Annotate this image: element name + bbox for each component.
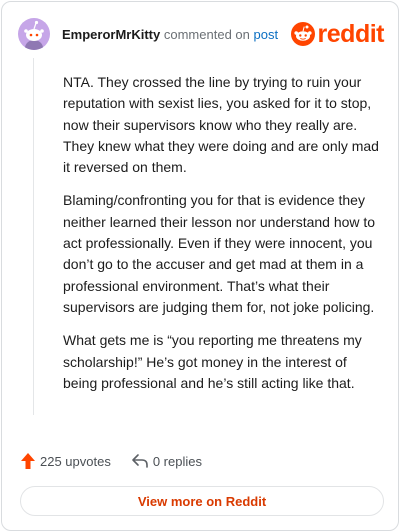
thread-line xyxy=(33,58,34,415)
action-text: commented on xyxy=(163,27,250,42)
comment-byline: EmperorMrKitty commented on post xyxy=(62,27,278,43)
comment-embed-card: EmperorMrKitty commented on post reddit … xyxy=(1,1,399,531)
reply-stat[interactable]: 0 replies xyxy=(131,453,202,469)
reply-arrow-icon xyxy=(132,454,148,468)
upvote-arrow-icon xyxy=(21,453,35,469)
comment-paragraph: Blaming/confronting you for that is evid… xyxy=(63,192,376,315)
view-more-button[interactable]: View more on Reddit xyxy=(20,486,384,516)
comment-paragraph: NTA. They crossed the line by trying to … xyxy=(63,74,379,176)
upvote-count: 225 upvotes xyxy=(40,453,111,469)
comment-paragraph: What gets me is “you reporting me threat… xyxy=(63,332,362,391)
reddit-logo[interactable]: reddit xyxy=(290,20,385,48)
reddit-snoo-icon xyxy=(290,22,315,46)
upvote-stat[interactable]: 225 upvotes xyxy=(20,452,111,470)
username-link[interactable]: EmperorMrKitty xyxy=(62,27,160,42)
reply-count: 0 replies xyxy=(152,453,202,469)
comment-footer: 225 upvotes 0 replies xyxy=(20,451,202,471)
comment-body: NTA. They crossed the line by trying to … xyxy=(63,72,381,406)
user-avatar[interactable] xyxy=(18,18,50,50)
comment-header: EmperorMrKitty commented on post reddit xyxy=(18,18,385,50)
post-link[interactable]: post xyxy=(254,27,279,42)
snoo-avatar-icon xyxy=(24,20,44,50)
reddit-wordmark: reddit xyxy=(317,20,385,48)
